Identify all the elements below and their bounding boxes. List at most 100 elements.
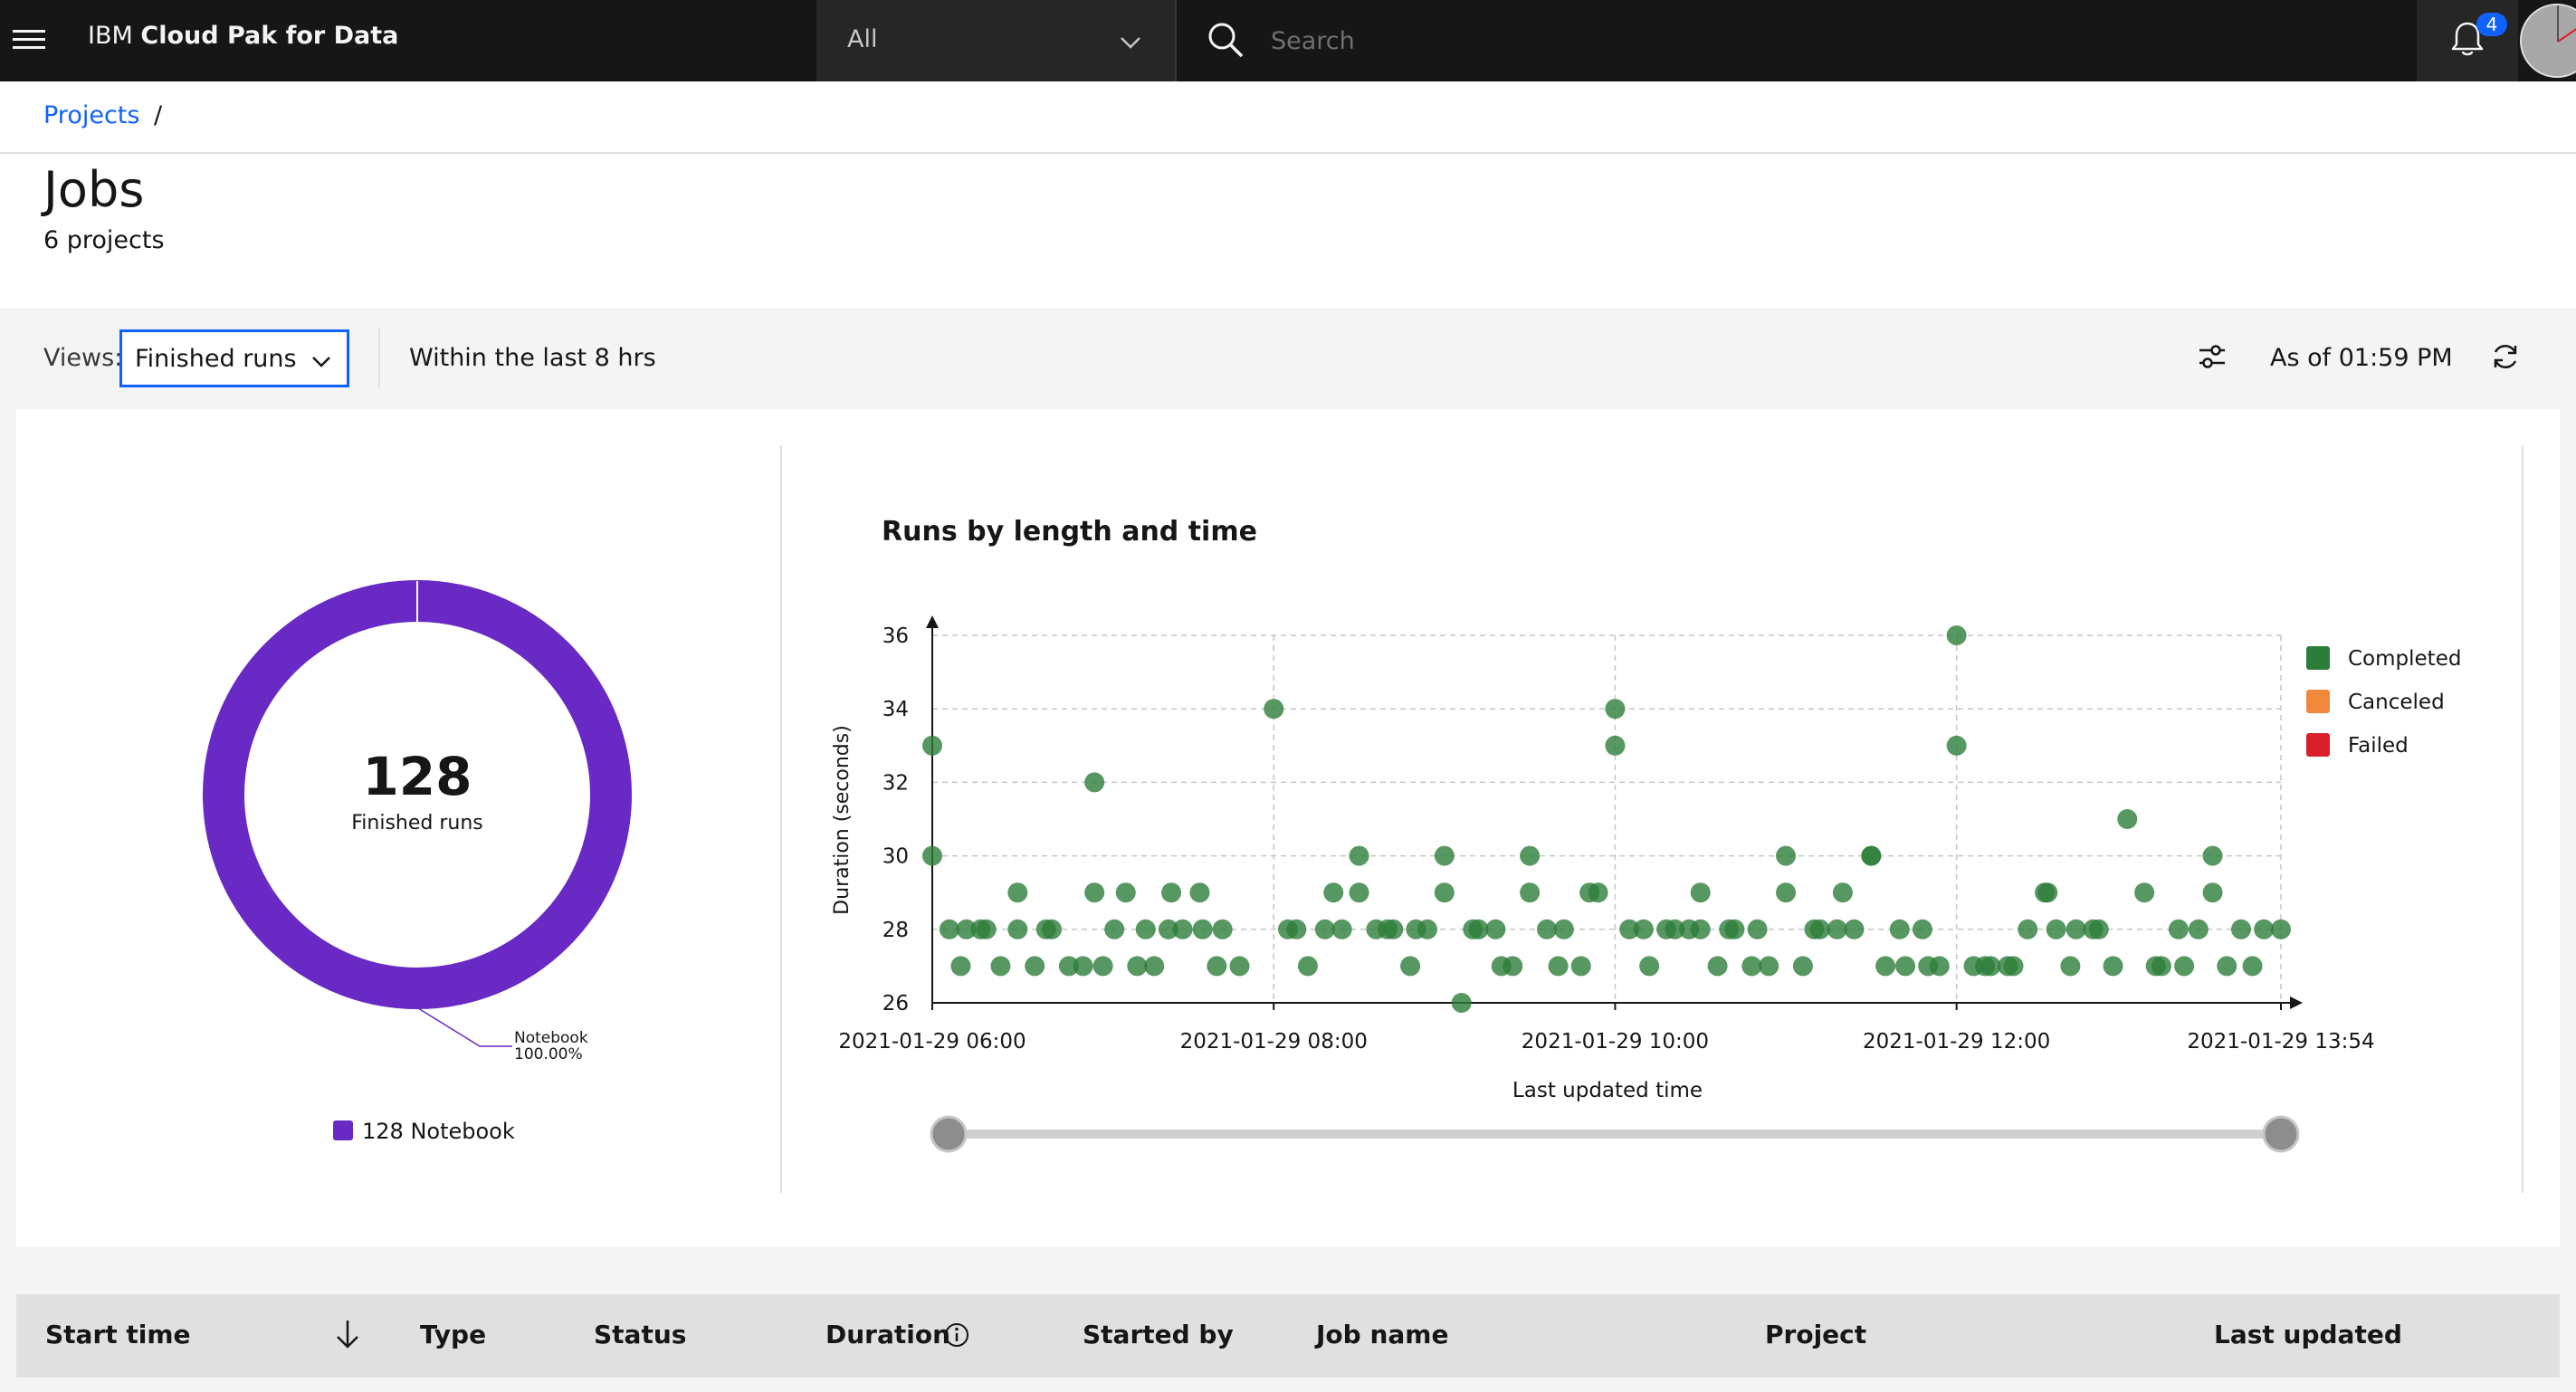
column-header-job-name[interactable]: Job name (1316, 1320, 1448, 1349)
data-point-completed[interactable] (2151, 956, 2171, 977)
data-point-completed[interactable] (922, 735, 942, 756)
data-point-completed[interactable] (1434, 882, 1455, 903)
data-point-completed[interactable] (1297, 956, 1318, 977)
data-point-completed[interactable] (1084, 772, 1105, 793)
data-point-completed[interactable] (1875, 956, 1896, 977)
settings-adjust-icon[interactable] (2196, 340, 2228, 373)
data-point-completed[interactable] (1844, 919, 1865, 939)
data-point-completed[interactable] (2066, 919, 2086, 939)
data-point-completed[interactable] (2003, 956, 2024, 977)
column-header-status[interactable]: Status (594, 1320, 686, 1349)
data-point-completed[interactable] (1605, 699, 1626, 720)
data-point-completed[interactable] (1383, 919, 1404, 939)
data-point-completed[interactable] (1264, 699, 1284, 720)
data-point-completed[interactable] (1042, 919, 1063, 939)
data-point-completed[interactable] (1192, 919, 1213, 939)
data-point-completed[interactable] (2168, 919, 2189, 939)
legend-swatch-completed[interactable] (2306, 646, 2330, 670)
data-point-completed[interactable] (1520, 882, 1541, 903)
data-point-completed[interactable] (1946, 625, 1967, 645)
data-point-completed[interactable] (1073, 956, 1093, 977)
data-point-completed[interactable] (1007, 919, 1028, 939)
data-point-completed[interactable] (1349, 845, 1369, 866)
zoom-track[interactable] (949, 1130, 2281, 1139)
zoom-handle-right[interactable] (2262, 1115, 2300, 1153)
data-point-completed[interactable] (1104, 919, 1125, 939)
data-point-completed[interactable] (2088, 919, 2109, 939)
data-point-completed[interactable] (1570, 956, 1591, 977)
search-input[interactable] (1269, 18, 2355, 63)
data-point-completed[interactable] (1135, 919, 1156, 939)
data-point-completed[interactable] (1776, 882, 1797, 903)
data-point-completed[interactable] (1007, 882, 1028, 903)
data-point-completed[interactable] (1759, 956, 1779, 977)
data-point-completed[interactable] (1929, 956, 1950, 977)
breadcrumb-projects-link[interactable]: Projects (43, 101, 139, 129)
user-avatar[interactable] (2520, 4, 2576, 78)
sort-descending-icon[interactable] (333, 1318, 362, 1350)
data-point-completed[interactable] (1588, 882, 1608, 903)
data-point-completed[interactable] (1639, 956, 1660, 977)
zoom-handle-left[interactable] (930, 1115, 968, 1153)
data-point-completed[interactable] (1707, 956, 1728, 977)
data-point-completed[interactable] (1809, 919, 1830, 939)
data-point-completed[interactable] (1349, 882, 1369, 903)
legend-swatch-canceled[interactable] (2306, 690, 2330, 713)
data-point-completed[interactable] (2037, 882, 2058, 903)
column-header-started-by[interactable]: Started by (1083, 1320, 1234, 1349)
data-point-completed[interactable] (1286, 919, 1307, 939)
data-point-completed[interactable] (1092, 956, 1113, 977)
data-point-completed[interactable] (2230, 919, 2251, 939)
data-point-completed[interactable] (2103, 956, 2123, 977)
data-point-completed[interactable] (1468, 919, 1489, 939)
data-point-completed[interactable] (1314, 919, 1335, 939)
data-point-completed[interactable] (1172, 919, 1193, 939)
data-point-completed[interactable] (950, 956, 971, 977)
search-icon[interactable] (1206, 20, 1245, 60)
data-point-completed[interactable] (1895, 956, 1916, 977)
data-point-completed[interactable] (1776, 845, 1797, 866)
data-point-completed[interactable] (2188, 919, 2209, 939)
data-point-completed[interactable] (922, 845, 942, 866)
data-point-completed[interactable] (1144, 956, 1165, 977)
data-point-completed[interactable] (1747, 919, 1768, 939)
data-point-completed[interactable] (1485, 919, 1506, 939)
data-point-completed[interactable] (1212, 919, 1233, 939)
refresh-icon[interactable] (2489, 340, 2522, 373)
notifications-button[interactable]: 4 (2417, 0, 2518, 81)
data-point-completed[interactable] (990, 956, 1011, 977)
scope-dropdown[interactable]: All (816, 0, 1177, 81)
data-point-completed[interactable] (2202, 882, 2223, 903)
data-point-completed[interactable] (1115, 882, 1136, 903)
data-point-completed[interactable] (2254, 919, 2275, 939)
data-point-completed[interactable] (2242, 956, 2263, 977)
data-point-completed[interactable] (1503, 956, 1523, 977)
data-point-completed[interactable] (1912, 919, 1932, 939)
data-point-completed[interactable] (1207, 956, 1227, 977)
data-point-completed[interactable] (1323, 882, 1344, 903)
product-name[interactable]: IBM Cloud Pak for Data (88, 22, 398, 50)
data-point-completed[interactable] (1417, 919, 1437, 939)
donut-legend-swatch[interactable] (333, 1120, 353, 1140)
data-point-completed[interactable] (1792, 956, 1813, 977)
column-header-type[interactable]: Type (420, 1320, 486, 1349)
data-point-completed[interactable] (1331, 919, 1352, 939)
data-point-completed[interactable] (2174, 956, 2195, 977)
data-point-completed[interactable] (1946, 735, 1967, 756)
data-point-completed[interactable] (1553, 919, 1574, 939)
data-point-completed[interactable] (1724, 919, 1745, 939)
data-point-completed[interactable] (1189, 882, 1210, 903)
legend-swatch-failed[interactable] (2306, 733, 2330, 757)
data-point-completed[interactable] (2018, 919, 2038, 939)
data-point-completed[interactable] (2046, 919, 2066, 939)
data-point-completed[interactable] (2217, 956, 2237, 977)
data-point-completed[interactable] (1400, 956, 1421, 977)
data-point-completed[interactable] (1229, 956, 1250, 977)
data-point-completed[interactable] (1690, 919, 1711, 939)
column-header-start-time[interactable]: Start time (45, 1320, 191, 1349)
data-point-completed[interactable] (2117, 809, 2138, 829)
data-point-completed[interactable] (1536, 919, 1557, 939)
data-point-completed[interactable] (1025, 956, 1045, 977)
data-point-completed[interactable] (1633, 919, 1654, 939)
column-header-last-updated[interactable]: Last updated (2214, 1320, 2402, 1349)
